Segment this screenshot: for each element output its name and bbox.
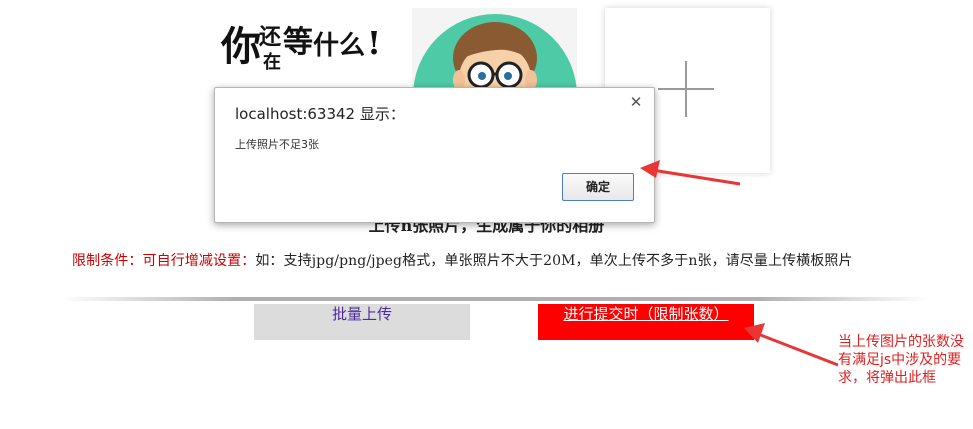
dialog-title: localhost:63342 显示： xyxy=(235,105,405,123)
divider xyxy=(60,297,930,301)
arrow-to-submit xyxy=(744,323,839,367)
dialog-message: 上传照片不足3张 xyxy=(235,138,319,151)
limit-text: 如：支持jpg/png/jpeg格式，单张照片不大于20M，单次上传不多于n张，… xyxy=(255,253,853,269)
close-icon[interactable]: ✕ xyxy=(628,94,644,110)
alert-dialog: localhost:63342 显示： ✕ 上传照片不足3张 确定 xyxy=(214,87,655,223)
svg-text:等: 等 xyxy=(283,25,313,60)
svg-text:还: 还 xyxy=(258,24,282,50)
svg-text:!: ! xyxy=(367,24,381,62)
submit-button[interactable]: 进行提交时（限制张数） xyxy=(538,304,754,340)
svg-text:在: 在 xyxy=(263,51,281,73)
svg-text:什: 什 xyxy=(313,31,339,61)
svg-text:你: 你 xyxy=(220,23,261,70)
limit-conditions: 限制条件：可自行增减设置：如：支持jpg/png/jpeg格式，单张照片不大于2… xyxy=(72,250,853,270)
svg-text:么: 么 xyxy=(339,31,365,61)
ok-button[interactable]: 确定 xyxy=(562,173,634,201)
annotation-note: 当上传图片的张数没有满足js中涉及的要求，将弹出此框 xyxy=(838,334,964,386)
batch-upload-button[interactable]: 批量上传 xyxy=(254,304,470,340)
limit-label: 限制条件：可自行增减设置： xyxy=(72,253,256,269)
